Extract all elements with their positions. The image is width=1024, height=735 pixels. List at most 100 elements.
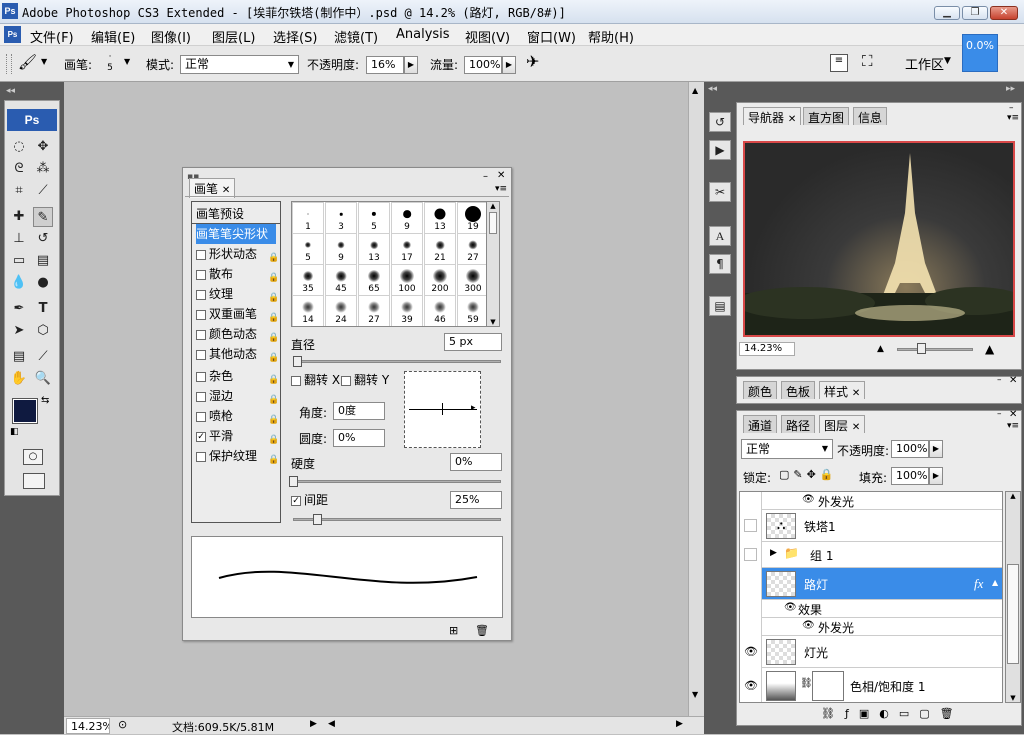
brush-option-item[interactable]: 画笔预设: [192, 204, 280, 224]
flow-arrow-icon[interactable]: ▶: [502, 56, 516, 74]
option-checkbox[interactable]: [196, 329, 206, 340]
menu-edit[interactable]: 编辑(E): [91, 27, 135, 46]
quick-mask-icon[interactable]: ○: [23, 449, 43, 465]
brush-tool-icon[interactable]: 🖌: [18, 53, 37, 71]
pen-icon[interactable]: ✒: [9, 299, 29, 319]
brush-tip-cell[interactable]: 5: [292, 233, 324, 265]
character-icon[interactable]: A: [709, 226, 731, 246]
actions-icon[interactable]: ▶: [709, 140, 731, 160]
brush-tip-cell[interactable]: 13: [358, 233, 390, 265]
brush-tip-cell[interactable]: 100: [391, 264, 423, 296]
tab-swatches[interactable]: 色板: [781, 381, 816, 399]
flip-y-checkbox[interactable]: 翻转 Y: [341, 371, 389, 388]
slice-icon[interactable]: ⟋: [33, 181, 53, 201]
brush-tip-cell[interactable]: 200: [424, 264, 456, 296]
navigator-zoom[interactable]: 14.23%: [739, 342, 795, 356]
expand-group-icon[interactable]: ▶: [770, 548, 777, 558]
option-checkbox[interactable]: [196, 289, 206, 300]
panel-menu-icon[interactable]: ▾≡: [1007, 421, 1019, 431]
palette-well-icon[interactable]: ≡: [830, 54, 848, 72]
brush-tip-cell[interactable]: 21: [424, 233, 456, 265]
tab-styles[interactable]: 样式 ✕: [819, 381, 866, 399]
lock-options-icon[interactable]: ▢✎✥🔒: [779, 468, 838, 481]
brush-tip-cell[interactable]: 3: [325, 202, 357, 234]
tip-scrollbar[interactable]: ▲ ▼: [486, 201, 500, 327]
mode-select[interactable]: 正常 ▼: [180, 55, 299, 74]
spacing-slider-thumb[interactable]: [313, 514, 322, 525]
collapse-effects-icon[interactable]: ▲: [992, 578, 998, 587]
dodge-icon[interactable]: ●: [33, 273, 53, 293]
close-tab-icon[interactable]: ✕: [788, 114, 796, 125]
close-panel-icon[interactable]: ✕: [1009, 409, 1017, 420]
eyedropper-icon[interactable]: ⟋: [33, 347, 53, 367]
visibility-toggle[interactable]: [740, 618, 762, 636]
minimize-panel-icon[interactable]: –: [483, 171, 488, 182]
eye-icon[interactable]: 👁: [784, 602, 797, 613]
visibility-toggle[interactable]: 👁: [740, 568, 762, 600]
lock-icon[interactable]: 🔒: [268, 248, 279, 263]
brush-tip-cell[interactable]: 27: [358, 295, 390, 326]
fx-icon[interactable]: fx: [974, 576, 983, 592]
magic-wand-icon[interactable]: ⁂: [33, 159, 53, 179]
roundness-input[interactable]: 0%: [333, 429, 385, 447]
visibility-toggle[interactable]: [740, 600, 762, 618]
swap-colors-icon[interactable]: ⇆: [41, 395, 49, 406]
menu-help[interactable]: 帮助(H): [588, 27, 634, 46]
layer-mask-thumbnail[interactable]: [812, 671, 844, 701]
layer-row[interactable]: 👁 灯光: [740, 636, 1002, 668]
minimize-panel-icon[interactable]: –: [997, 375, 1002, 385]
eye-icon[interactable]: 👁: [802, 494, 815, 505]
brush-tip-cell[interactable]: 46: [424, 295, 456, 326]
menu-filter[interactable]: 滤镜(T): [334, 27, 378, 46]
close-panel-icon[interactable]: ✕: [1009, 375, 1017, 386]
lock-icon[interactable]: 🔒: [268, 370, 279, 385]
move-icon[interactable]: ✥: [33, 137, 53, 157]
brush-tip-cell[interactable]: 300: [457, 264, 488, 296]
collapse-icon[interactable]: ◂◂: [6, 86, 15, 96]
menu-file[interactable]: 文件(F): [30, 27, 74, 46]
brush-picker-chevron-icon[interactable]: ▼: [124, 57, 130, 66]
workspace-label[interactable]: 工作区: [905, 54, 944, 73]
navigator-preview[interactable]: [743, 141, 1015, 337]
close-window-button[interactable]: ✕: [990, 6, 1018, 20]
screen-mode-icon[interactable]: [23, 473, 45, 489]
foreground-color-swatch[interactable]: [12, 398, 38, 424]
option-checkbox[interactable]: [196, 349, 206, 360]
tab-brush[interactable]: 画笔 ✕: [189, 178, 236, 198]
gradient-icon[interactable]: ▤: [33, 251, 53, 271]
brush-tip-grid[interactable]: 1 3 5 9 13 19 5 9 13 17 21 27 35 45 65 100 200 300 14 24 27 3…: [291, 201, 489, 327]
brush-option-item[interactable]: 散布 🔒: [196, 264, 279, 284]
paragraph-icon[interactable]: ¶: [709, 254, 731, 274]
scroll-down-icon[interactable]: ▼: [692, 690, 698, 699]
diameter-input[interactable]: 5 px: [444, 333, 502, 351]
brush-tip-cell[interactable]: 19: [457, 202, 488, 234]
blur-icon[interactable]: 💧: [9, 273, 29, 293]
lock-icon[interactable]: 🔒: [268, 450, 279, 465]
brush-tip-cell[interactable]: 24: [325, 295, 357, 326]
option-checkbox[interactable]: [196, 269, 206, 280]
close-tab-icon[interactable]: ✕: [852, 422, 860, 433]
grip-handle[interactable]: [6, 54, 12, 74]
option-checkbox[interactable]: [196, 309, 206, 320]
document-icon[interactable]: Ps: [4, 26, 21, 43]
option-checkbox[interactable]: [196, 451, 206, 462]
vertical-scrollbar[interactable]: ▲ ▼: [688, 82, 704, 716]
lock-icon[interactable]: 🔒: [268, 288, 279, 303]
scroll-right-icon[interactable]: ▶: [676, 719, 683, 729]
spacing-slider[interactable]: [293, 518, 501, 521]
brush-option-item[interactable]: 纹理 🔒: [196, 284, 279, 304]
brush-tip-cell[interactable]: 13: [424, 202, 456, 234]
eye-icon[interactable]: 👁: [743, 679, 759, 692]
tab-color[interactable]: 颜色: [743, 381, 778, 399]
visibility-toggle[interactable]: [740, 492, 762, 510]
lock-icon[interactable]: 🔒: [268, 308, 279, 323]
eraser-icon[interactable]: ▭: [9, 251, 29, 271]
layer-row[interactable]: 👁 ⛓ 色相/饱和度 1: [740, 668, 1002, 702]
visibility-toggle[interactable]: 👁: [740, 636, 762, 668]
brush-option-item[interactable]: 杂色 🔒: [196, 366, 279, 386]
layer-row[interactable]: ⛬ 铁塔1: [740, 510, 1002, 542]
flow-input[interactable]: 100%: [464, 56, 502, 74]
angle-roundness-widget[interactable]: ▸: [404, 371, 481, 448]
brush-option-item[interactable]: 喷枪 🔒: [196, 406, 279, 426]
lock-icon[interactable]: 🔒: [268, 410, 279, 425]
